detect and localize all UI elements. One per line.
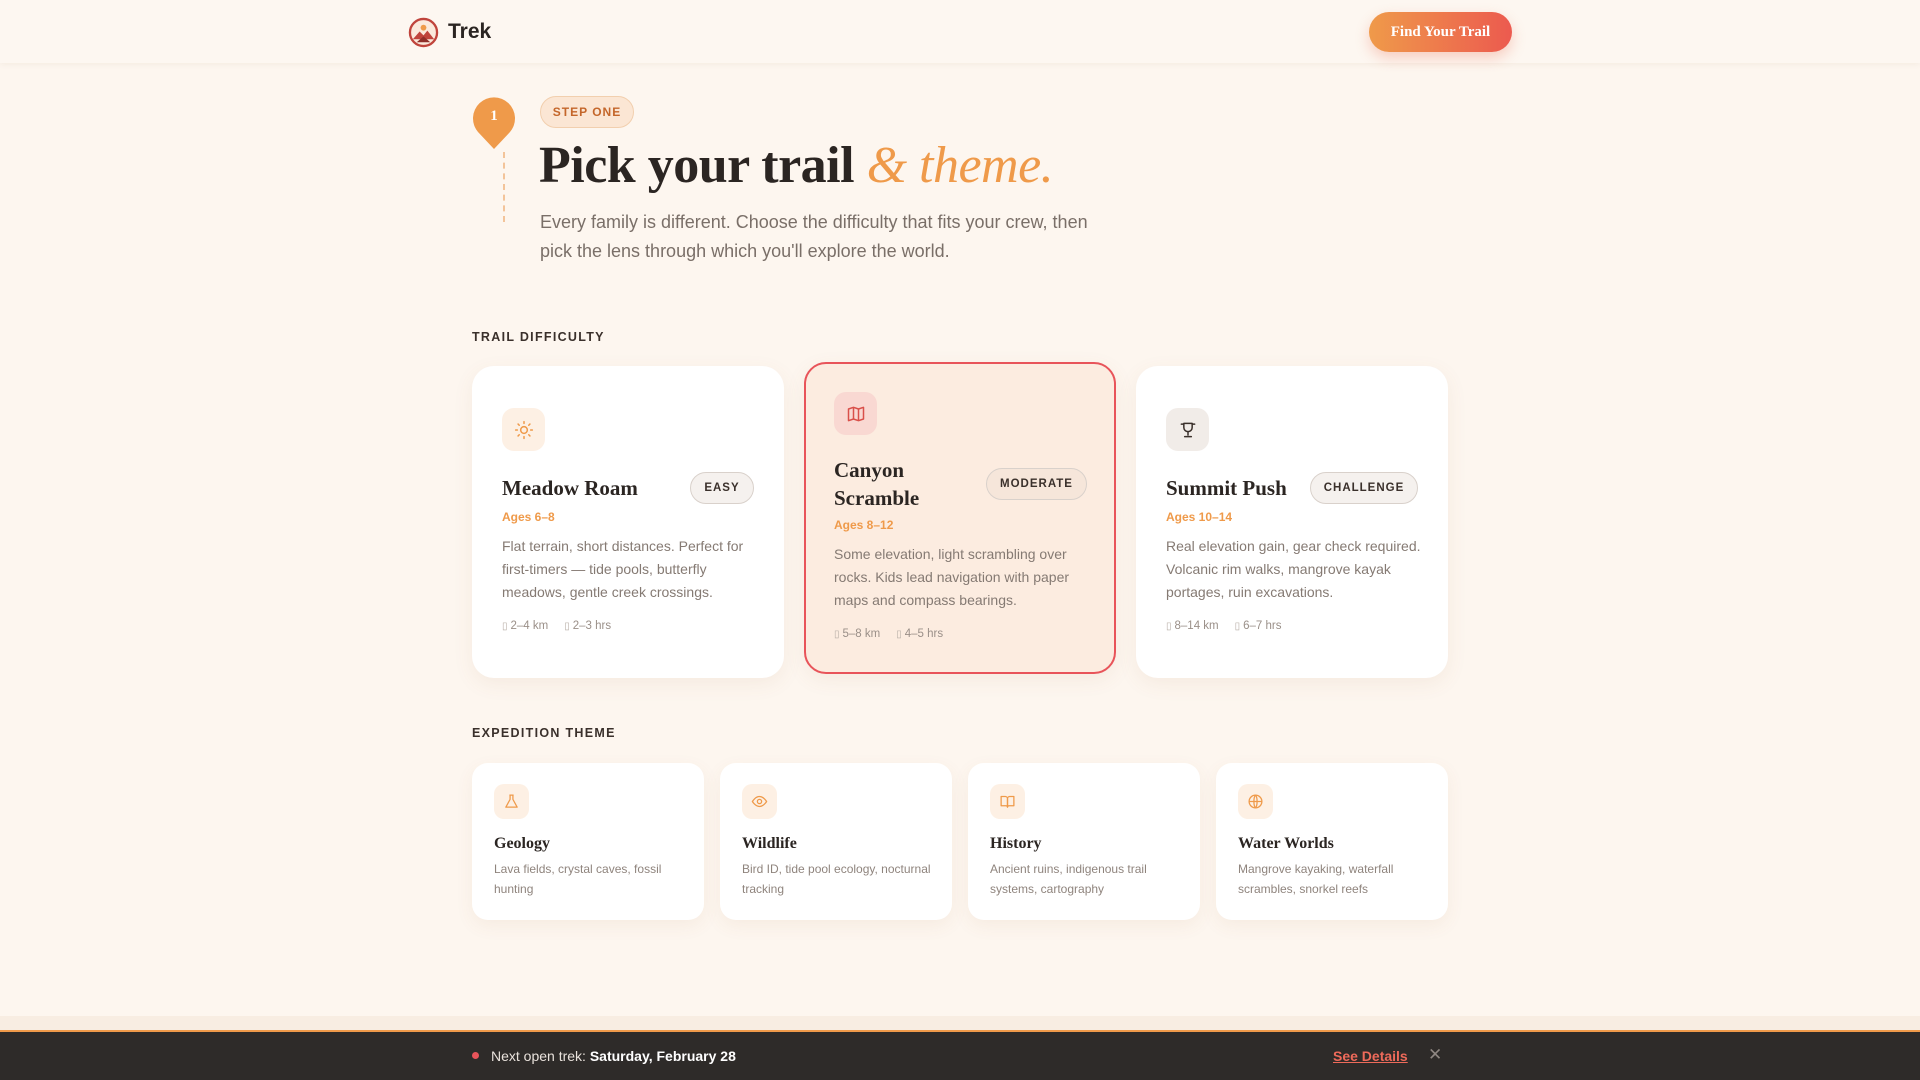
distance: ▯ 5–8 km [834, 628, 881, 640]
theme-title: Water Worlds [1238, 835, 1334, 852]
brand-name: Trek [448, 20, 492, 43]
announcement-date: Saturday, February 28 [589, 1048, 736, 1064]
card-meta: ▯ 2–4 km ▯ 2–3 hrs [502, 620, 611, 632]
difficulty-badge: MODERATE [986, 468, 1087, 500]
card-description: Some elevation, light scrambling over ro… [834, 546, 1070, 608]
section-label-theme: EXPEDITION THEME [472, 726, 616, 740]
theme-description: Mangrove kayaking, waterfall scrambles, … [1238, 862, 1394, 896]
card-meta: ▯ 5–8 km ▯ 4–5 hrs [834, 628, 943, 640]
distance: ▯ 2–4 km [502, 620, 549, 632]
title-accent: & theme. [866, 137, 1054, 194]
ruler-icon: ▯ [834, 629, 840, 640]
title-main: Pick your trail [539, 137, 855, 194]
theme-card-water-worlds[interactable]: Water Worlds Mangrove kayaking, waterfal… [1216, 763, 1448, 920]
duration: ▯ 6–7 hrs [1234, 620, 1282, 632]
see-details-link[interactable]: See Details [1333, 1048, 1408, 1064]
card-ages: Ages 10–14 [1166, 510, 1233, 524]
theme-card-geology[interactable]: Geology Lava fields, crystal caves, foss… [472, 763, 704, 920]
theme-title: History [990, 835, 1042, 852]
eye-icon [742, 784, 777, 819]
page-subtitle: Every family is different. Choose the di… [540, 212, 1088, 261]
map-icon [834, 392, 877, 435]
sun-icon [502, 408, 545, 451]
card-description: Flat terrain, short distances. Perfect f… [502, 538, 744, 600]
clock-icon: ▯ [564, 621, 570, 632]
brand[interactable]: Trek [408, 16, 491, 48]
flask-icon [494, 784, 529, 819]
page-title: Pick your trail & theme. [539, 136, 1054, 195]
card-ages: Ages 6–8 [502, 510, 555, 524]
card-title: Canyon Scramble [834, 458, 920, 510]
footer-strip [0, 1016, 1920, 1030]
step-connector [503, 152, 505, 222]
theme-description: Bird ID, tide pool ecology, nocturnal tr… [742, 862, 931, 896]
trophy-icon [1166, 408, 1209, 451]
top-navigation: Trek Find Your Trail [0, 0, 1920, 63]
duration: ▯ 2–3 hrs [564, 620, 612, 632]
find-your-trail-button[interactable]: Find Your Trail [1369, 12, 1512, 52]
book-icon [990, 784, 1025, 819]
difficulty-card-canyon-scramble[interactable]: Canyon Scramble MODERATE Ages 8–12 Some … [804, 362, 1116, 674]
theme-card-wildlife[interactable]: Wildlife Bird ID, tide pool ecology, noc… [720, 763, 952, 920]
announcement-text: Next open trek: Saturday, February 28 [491, 1048, 736, 1064]
close-icon[interactable]: ✕ [1428, 1045, 1442, 1065]
theme-title: Geology [494, 835, 550, 852]
step-badge: STEP ONE [540, 96, 634, 128]
card-ages: Ages 8–12 [834, 518, 894, 532]
card-title: Meadow Roam [502, 476, 638, 500]
ruler-icon: ▯ [1166, 621, 1172, 632]
distance: ▯ 8–14 km [1166, 620, 1219, 632]
theme-description: Ancient ruins, indigenous trail systems,… [990, 862, 1147, 896]
step-number: 1 [490, 108, 498, 124]
status-dot [472, 1052, 479, 1059]
difficulty-badge: CHALLENGE [1310, 472, 1418, 504]
theme-description: Lava fields, crystal caves, fossil hunti… [494, 862, 662, 896]
ruler-icon: ▯ [502, 621, 508, 632]
announcement-prefix: Next open trek: [491, 1048, 586, 1064]
theme-title: Wildlife [742, 835, 797, 852]
card-description: Real elevation gain, gear check required… [1166, 538, 1421, 600]
step-marker: 1 [472, 96, 516, 150]
difficulty-badge: EASY [690, 472, 754, 504]
clock-icon: ▯ [1234, 621, 1241, 632]
globe-icon [1238, 784, 1273, 819]
card-title: Summit Push [1166, 476, 1287, 500]
difficulty-card-summit-push[interactable]: Summit Push CHALLENGE Ages 10–14 Real el… [1136, 366, 1448, 678]
duration: ▯ 4–5 hrs [896, 628, 944, 640]
clock-icon: ▯ [896, 629, 902, 640]
theme-card-history[interactable]: History Ancient ruins, indigenous trail … [968, 763, 1200, 920]
difficulty-card-meadow-roam[interactable]: Meadow Roam EASY Ages 6–8 Flat terrain, … [472, 366, 784, 678]
announcement-bar: Next open trek: Saturday, February 28 Se… [0, 1030, 1920, 1080]
card-meta: ▯ 8–14 km ▯ 6–7 hrs [1166, 620, 1282, 632]
mountain-logo-icon [408, 17, 439, 47]
section-label-difficulty: TRAIL DIFFICULTY [472, 330, 605, 344]
